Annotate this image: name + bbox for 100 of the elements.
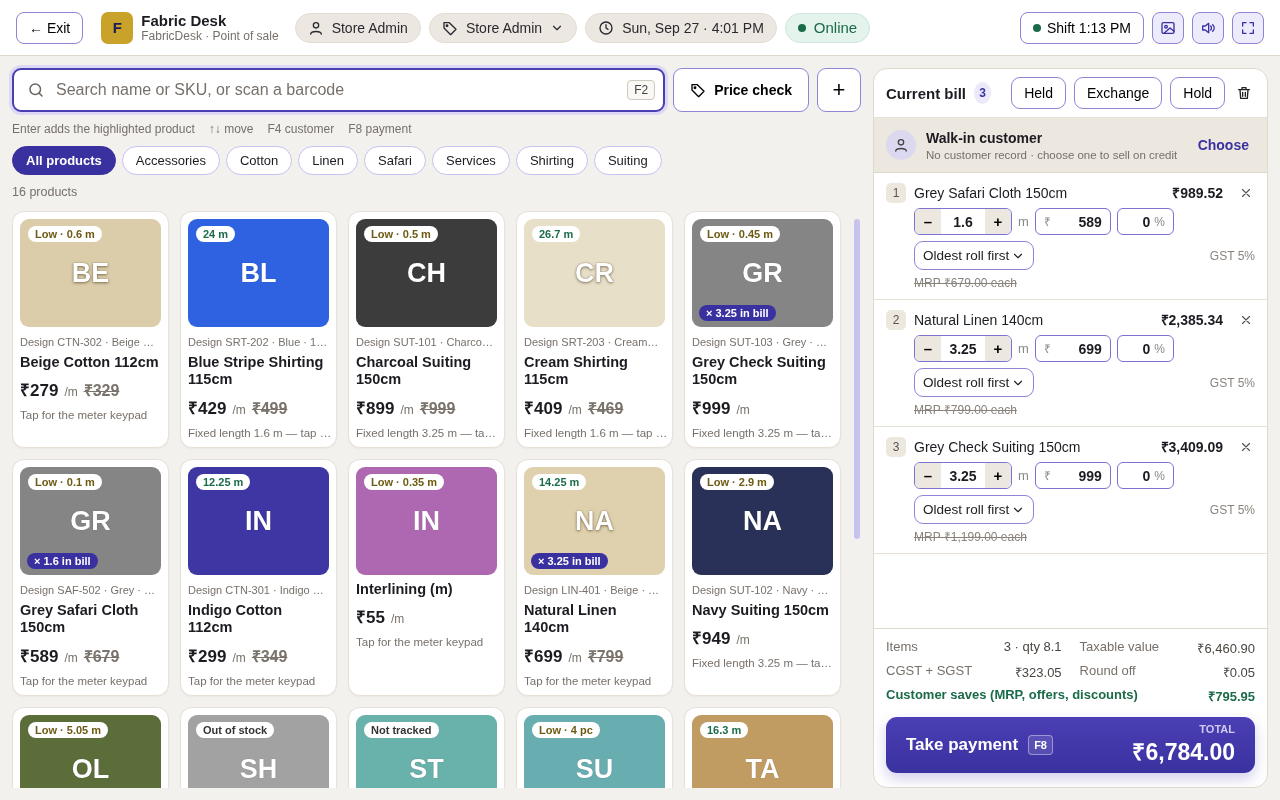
fullscreen-button[interactable] — [1232, 11, 1264, 44]
discount-field[interactable]: 0 % — [1116, 208, 1174, 235]
line-number: 3 — [886, 437, 906, 457]
product-design: Design LIN-401 · Beige · … — [524, 584, 661, 596]
product-name: Natural Linen 140cm — [524, 602, 618, 637]
decrement-button[interactable]: – — [915, 209, 941, 234]
product-note: Tap for the meter keypad — [524, 674, 653, 687]
bill-action-button[interactable]: Hold — [1170, 77, 1226, 109]
summary-label: Round off — [1079, 663, 1137, 680]
product-initials: GR — [70, 505, 111, 537]
summary-value: ₹323.05 — [1013, 664, 1062, 681]
customer-note: No customer record · choose one to sell on credit — [926, 148, 1178, 161]
line-total: ₹989.52 — [1172, 184, 1223, 202]
take-payment-button[interactable]: Take payment F8 TOTAL ₹6,784.00 — [886, 717, 1255, 773]
product-design: Design CTN-302 · Beige … — [20, 336, 155, 348]
discount-field[interactable]: 0 % — [1116, 335, 1174, 362]
price-field[interactable]: ₹ 699 — [1034, 335, 1111, 362]
product-note: Tap for the meter keypad — [20, 674, 149, 687]
product-note: Fixed length 3.25 m — ta… — [356, 426, 497, 439]
category-chip[interactable]: All products — [12, 146, 116, 175]
quantity-stepper[interactable]: – 3.25 + — [914, 462, 1012, 489]
price-field[interactable]: ₹ 999 — [1034, 462, 1111, 489]
quantity-stepper[interactable]: – 3.25 + — [914, 335, 1012, 362]
role-pill[interactable]: Store Admin — [428, 12, 578, 43]
bill-title: Current bill — [886, 84, 966, 102]
product-price: ₹409 — [524, 397, 563, 419]
exit-button[interactable]: ← Exit — [16, 11, 84, 44]
product-design: Design SUT-101 · Charco… — [356, 336, 494, 348]
trash-icon — [1236, 85, 1253, 101]
product-initials: CH — [407, 257, 446, 289]
product-name: Beige Cotton 112cm — [20, 354, 160, 372]
bill-action-button[interactable]: Exchange — [1074, 77, 1163, 109]
product-note: Fixed length 3.25 m — ta… — [692, 657, 833, 670]
sound-button[interactable] — [1192, 11, 1224, 44]
tag-icon — [441, 19, 458, 36]
shortcut-key: F8 — [1028, 735, 1053, 755]
decrement-button[interactable]: – — [915, 463, 941, 488]
shift-button[interactable]: Shift 1:13 PM — [1019, 11, 1144, 44]
product-price: ₹55 — [356, 607, 385, 629]
product-price: ₹589 — [20, 645, 59, 667]
product-note: Tap for the meter keypad — [20, 409, 149, 422]
choose-link[interactable]: Choose — [1191, 136, 1255, 154]
increment-button[interactable]: + — [985, 209, 1011, 234]
roll-dropdown[interactable]: Oldest roll first — [914, 368, 1035, 397]
line-item-name: Natural Linen 140cm — [914, 311, 1045, 328]
category-chip[interactable]: Safari — [364, 146, 426, 175]
product-note: Fixed length 1.6 m — tap … — [188, 426, 329, 439]
increment-button[interactable]: + — [985, 463, 1011, 488]
product-note: Fixed length 3.25 m — ta… — [692, 426, 833, 439]
gst-rate: GST 5% — [1209, 248, 1255, 263]
product-price: ₹949 — [692, 628, 731, 650]
product-initials: SH — [239, 753, 278, 785]
product-initials: NA — [575, 505, 614, 537]
unit-label: m — [1018, 468, 1029, 483]
customer-name: Walk-in customer — [926, 129, 1044, 146]
category-chip[interactable]: Services — [432, 146, 510, 175]
price-check-button[interactable]: Price check — [673, 68, 809, 112]
product-name: Blue Stripe Shirting 115cm — [188, 354, 325, 389]
total-label: TOTAL — [1199, 723, 1235, 735]
product-name: Navy Suiting 150cm — [692, 602, 830, 620]
pill-label: Online — [813, 19, 858, 36]
roll-dropdown[interactable]: Oldest roll first — [914, 241, 1035, 270]
category-chip[interactable]: Shirting — [515, 146, 588, 175]
product-initials: BL — [240, 257, 277, 289]
category-chip[interactable]: Linen — [298, 146, 359, 175]
line-item-name: Grey Check Suiting 150cm — [914, 438, 1082, 455]
price-unit: /m — [736, 633, 750, 648]
stock-badge: 26.7 m — [532, 226, 581, 242]
add-button[interactable]: + — [817, 68, 861, 112]
price-field[interactable]: ₹ 589 — [1034, 208, 1111, 235]
quantity-stepper[interactable]: – 1.6 + — [914, 208, 1012, 235]
product-price: ₹999 — [692, 397, 731, 419]
stock-badge: Low · 0.6 m — [28, 226, 102, 242]
category-chip[interactable]: Suiting — [593, 146, 662, 175]
product-initials: IN — [413, 505, 440, 537]
summary-value: ₹0.05 — [1221, 664, 1255, 681]
line-mrp: MRP ₹1,199.00 each — [914, 529, 1028, 545]
category-chip[interactable]: Cotton — [225, 146, 293, 175]
app-title: Fabric Desk — [141, 12, 228, 29]
discount-field[interactable]: 0 % — [1116, 462, 1174, 489]
pill-label: Sun, Sep 27 · 4:01 PM — [622, 19, 764, 36]
stock-badge: 12.25 m — [196, 474, 251, 490]
product-price: ₹899 — [356, 397, 395, 419]
image-button[interactable] — [1152, 11, 1184, 44]
stock-badge: 24 m — [196, 226, 236, 242]
keyboard-hint: F4 customer — [267, 122, 335, 136]
increment-button[interactable]: + — [985, 336, 1011, 361]
bill-action-button[interactable]: Held — [1011, 77, 1066, 109]
category-chip[interactable]: Accessories — [121, 146, 220, 175]
product-price: ₹699 — [524, 645, 563, 667]
price-unit: /m — [400, 402, 414, 417]
person-icon — [893, 137, 909, 153]
mrp-price: ₹679 — [83, 646, 120, 667]
mrp-price: ₹499 — [251, 398, 288, 419]
roll-dropdown[interactable]: Oldest roll first — [914, 495, 1035, 524]
product-design: Design SUT-102 · Navy · … — [692, 584, 830, 596]
decrement-button[interactable]: – — [915, 336, 941, 361]
savings-label: Customer saves (MRP, offers, discounts) — [886, 687, 1138, 704]
product-name: Grey Safari Cloth 150cm — [20, 602, 140, 637]
fullscreen-icon — [1240, 19, 1256, 36]
